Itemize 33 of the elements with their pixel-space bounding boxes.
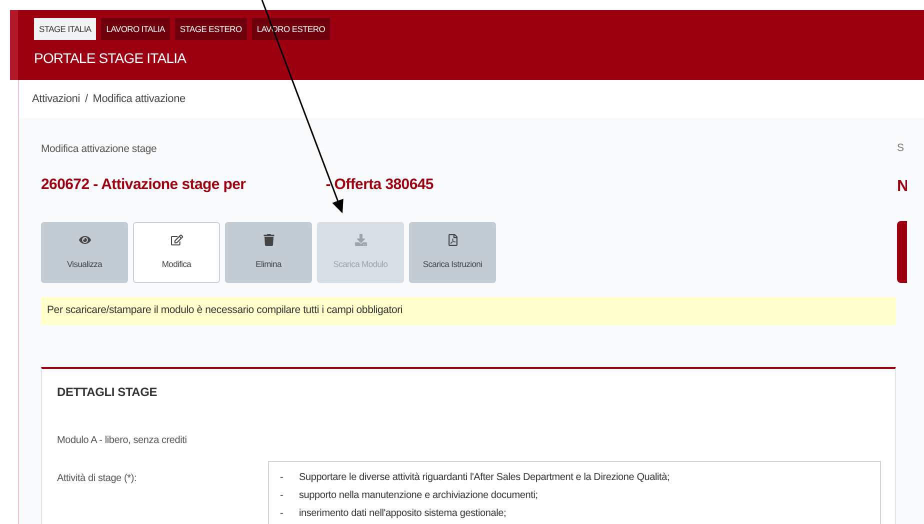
nav-tab[interactable]: LAVORO ESTERO (252, 18, 330, 40)
list-line: inserimento dati nell'apposito sistema gestionale; (299, 507, 506, 522)
portal-title: PORTALE STAGE ITALIA (34, 49, 188, 68)
section-title: DETTAGLI STAGE (57, 384, 158, 402)
text-area[interactable] (268, 461, 881, 524)
edit-icon (170, 234, 182, 246)
breadcrumb-current: Modifica attivazione (92, 92, 186, 107)
breadcrumb-separator: / (84, 92, 88, 107)
nav-tab[interactable]: STAGE ESTERO (174, 18, 247, 40)
action-button[interactable]: Modifica (133, 222, 220, 284)
page-subtitle: Modifica attivazione stage (41, 142, 158, 157)
list-marker: - (280, 489, 284, 504)
notice-banner: Per scaricare/stampare il modulo è necessario compilare tutti i campi obbligatori (41, 297, 896, 326)
nav-tab[interactable]: STAGE ITALIA (34, 18, 96, 40)
module-label: Modulo A - libero, senza crediti (57, 434, 188, 448)
action-button[interactable]: Elimina (225, 222, 312, 284)
eye-icon (78, 234, 90, 246)
field-label: Attività di stage (*): (57, 472, 138, 486)
breadcrumb-link[interactable]: Attivazioni (32, 90, 80, 108)
action-button[interactable]: Visualizza (41, 222, 128, 284)
trash-icon (262, 234, 274, 246)
page-title: - Offerta 380645 (326, 174, 434, 195)
page-title: 260672 - Attivazione stage per (41, 174, 246, 195)
nav-tab[interactable]: LAVORO ITALIA (101, 18, 170, 40)
list-marker: - (280, 471, 284, 486)
side-panel (897, 221, 907, 283)
pdf-file-icon (446, 234, 458, 246)
action-button[interactable]: Scarica Istruzioni (409, 222, 496, 284)
list-marker: - (280, 507, 284, 522)
list-line: supporto nella manutenzione e archiviazione documenti; (299, 489, 538, 504)
list-line: Supportare le diverse attività riguardanti l'After Sales Department e la Direzione Qualità; (299, 471, 670, 486)
side-label: S (897, 142, 906, 155)
download-icon (354, 234, 366, 246)
